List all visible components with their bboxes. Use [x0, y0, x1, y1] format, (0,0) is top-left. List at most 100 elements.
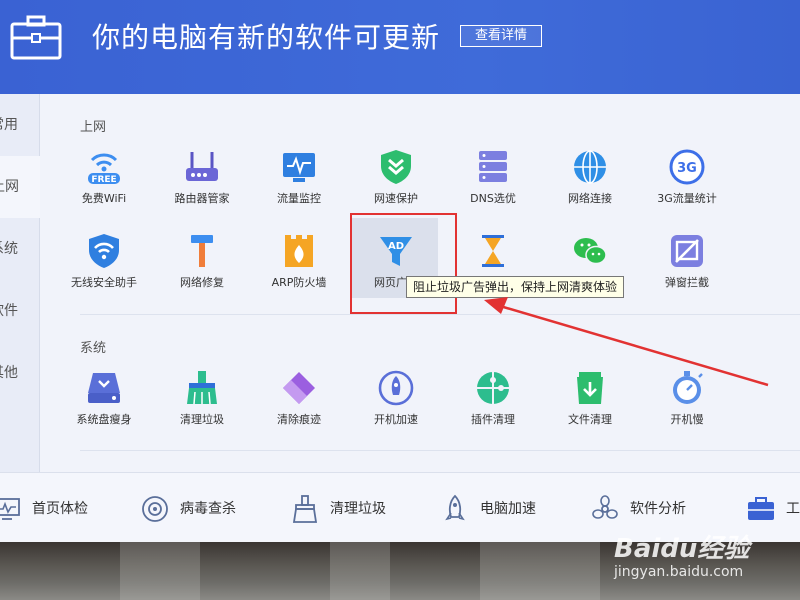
tool-router[interactable]: 路由器管家 — [159, 148, 245, 228]
rocket-icon — [445, 494, 465, 521]
sidebar-item-label: 系统 — [0, 241, 18, 257]
tool-hourglass[interactable] — [450, 232, 536, 312]
software-analysis-icon — [592, 495, 618, 519]
puzzle-icon — [477, 372, 509, 404]
wechat-icon — [574, 238, 607, 265]
stopwatch-icon — [673, 371, 703, 404]
baidu-watermark: Baidu经验 — [614, 534, 750, 564]
sidebar-item-internet[interactable]: 上网 — [0, 156, 41, 218]
tool-popup-block[interactable]: 弹窗拦截 — [644, 232, 730, 312]
virus-scan-icon — [142, 496, 168, 522]
hammer-icon — [191, 235, 213, 267]
section-title-system: 系统 — [80, 341, 107, 356]
nav-toolbox[interactable]: 工 — [746, 493, 800, 525]
nav-label: 病毒查杀 — [180, 501, 236, 517]
tool-label: 网络连接 — [568, 192, 612, 205]
nav-label: 清理垃圾 — [330, 501, 386, 517]
tool-label: DNS选优 — [470, 192, 516, 205]
nav-virus-scan[interactable]: 病毒查杀 — [140, 493, 250, 525]
tool-label: 免费WiFi — [81, 192, 127, 205]
tool-label: 清除痕迹 — [277, 413, 321, 426]
popup-block-icon — [671, 235, 703, 267]
tool-label: 插件清理 — [471, 413, 515, 426]
tool-boot-speedup[interactable]: 开机加速 — [353, 369, 439, 449]
header-banner: 你的电脑有新的软件可更新 查看详情 — [0, 0, 800, 94]
wifi-shield-icon — [89, 234, 119, 268]
tool-wifi-security[interactable]: 无线安全助手 — [61, 232, 147, 312]
tool-plugin-clean[interactable]: 插件清理 — [450, 369, 536, 449]
nav-pc-speedup[interactable]: 电脑加速 — [440, 493, 550, 525]
nav-label: 工 — [786, 501, 800, 517]
tool-network-repair[interactable]: 网络修复 — [159, 232, 245, 312]
annotation-highlight-box — [350, 213, 457, 314]
toolbox-icon — [10, 15, 62, 60]
file-clean-icon — [577, 372, 603, 404]
svg-text:FREE: FREE — [91, 175, 116, 185]
sidebar-item-other[interactable]: 其他 — [0, 342, 40, 404]
nav-label: 首页体检 — [32, 501, 88, 517]
baidu-watermark-url: jingyan.baidu.com — [614, 564, 744, 580]
sidebar-item-label: 常用 — [0, 117, 18, 133]
monitor-icon — [0, 498, 20, 520]
dns-server-icon — [479, 151, 507, 182]
speed-shield-icon — [381, 150, 411, 184]
sidebar-item-software[interactable]: 软件 — [0, 280, 40, 342]
section-divider — [80, 314, 800, 315]
section-title-internet: 上网 — [80, 120, 107, 135]
tool-free-wifi[interactable]: FREE 免费WiFi — [61, 148, 147, 228]
sidebar-item-system[interactable]: 系统 — [0, 218, 40, 280]
nav-label: 电脑加速 — [480, 501, 536, 517]
tool-file-clean[interactable]: 文件清理 — [547, 369, 633, 449]
globe-icon — [574, 150, 606, 184]
firewall-icon — [285, 235, 313, 267]
broom-icon — [187, 371, 217, 405]
nav-home-checkup[interactable]: 首页体检 — [0, 493, 102, 525]
svg-text:3G: 3G — [677, 161, 697, 176]
hourglass-icon — [482, 235, 504, 267]
tool-clean-junk[interactable]: 清理垃圾 — [159, 369, 245, 449]
sidebar-item-label: 其他 — [0, 365, 18, 381]
tool-label: 网速保护 — [374, 192, 418, 205]
update-title: 你的电脑有新的软件可更新 — [92, 21, 441, 54]
tool-slow-boot[interactable]: 开机慢 — [644, 369, 730, 449]
tool-dns[interactable]: DNS选优 — [450, 148, 536, 228]
tool-label: 流量监控 — [277, 192, 321, 205]
tool-label: 开机加速 — [374, 413, 418, 426]
tool-disk-slim[interactable]: 系统盘瘦身 — [61, 369, 147, 449]
nav-clean-junk[interactable]: 清理垃圾 — [290, 493, 400, 525]
tool-label: 开机慢 — [670, 413, 704, 426]
nav-label: 软件分析 — [630, 501, 686, 517]
router-icon — [186, 152, 218, 181]
tool-label: 网络修复 — [180, 276, 224, 289]
tool-3g-stats[interactable]: 3G 3G流量统计 — [644, 148, 730, 228]
broom-icon — [292, 495, 318, 523]
tool-wechat[interactable] — [547, 232, 633, 312]
free-wifi-icon: FREE — [88, 153, 120, 185]
ad-filter-tooltip: 阻止垃圾广告弹出，保持上网清爽体验 — [406, 276, 625, 298]
nav-software-analysis[interactable]: 软件分析 — [590, 493, 700, 525]
tool-label: 文件清理 — [568, 413, 612, 426]
tool-arp-firewall[interactable]: ARP防火墙 — [256, 232, 342, 312]
tool-traffic-monitor[interactable]: 流量监控 — [256, 148, 342, 228]
sidebar-item-label: 软件 — [0, 303, 18, 319]
rocket-icon — [378, 370, 414, 406]
tool-label: 弹窗拦截 — [665, 276, 709, 289]
3g-icon: 3G — [669, 149, 705, 185]
tool-label: 系统盘瘦身 — [76, 413, 132, 426]
tool-label: 清理垃圾 — [180, 413, 224, 426]
tool-label: ARP防火墙 — [271, 276, 327, 289]
sidebar-item-label: 上网 — [0, 179, 19, 195]
tool-label: 3G流量统计 — [657, 192, 717, 205]
toolbox-icon — [748, 497, 774, 520]
category-sidebar: 常用 上网 系统 软件 其他 — [0, 94, 41, 472]
traffic-monitor-icon — [283, 153, 315, 182]
tool-network-connect[interactable]: 网络连接 — [547, 148, 633, 228]
tool-clear-traces[interactable]: 清除痕迹 — [256, 369, 342, 449]
view-details-button[interactable]: 查看详情 — [460, 25, 542, 47]
sidebar-item-common[interactable]: 常用 — [0, 94, 40, 156]
disk-slim-icon — [88, 373, 120, 403]
tool-label: 路由器管家 — [174, 192, 230, 205]
section-divider — [80, 450, 800, 451]
tool-label: 无线安全助手 — [71, 276, 137, 289]
eraser-icon — [283, 372, 315, 404]
